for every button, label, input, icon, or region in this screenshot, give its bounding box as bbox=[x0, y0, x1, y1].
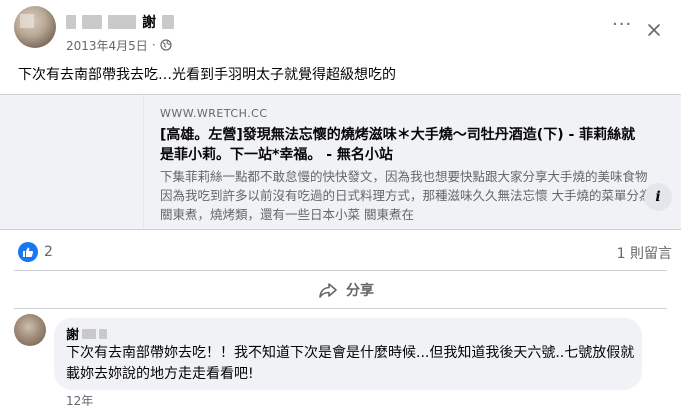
redacted-block bbox=[162, 15, 174, 29]
author-name[interactable]: 謝 bbox=[142, 12, 156, 32]
link-description: 下集菲莉絲一點都不敢怠慢的快快發文，因為我也想要快點跟大家分享大手燒的美味食物 … bbox=[160, 169, 652, 222]
redacted-block bbox=[82, 15, 102, 29]
meta-separator: · bbox=[151, 38, 156, 52]
share-button[interactable]: 分享 bbox=[308, 276, 384, 304]
author-name-row: 謝 bbox=[66, 12, 174, 32]
author-avatar[interactable] bbox=[14, 6, 56, 48]
redacted-block bbox=[99, 328, 108, 339]
comment-text: 下次有去南部帶妳去吃！！我不知道下次是會是什麼時候...但我知道我後天六號..七… bbox=[66, 345, 635, 382]
commenter-name-row: 謝 bbox=[66, 324, 108, 343]
comment-timestamp[interactable]: 12年 bbox=[66, 392, 93, 406]
post-header: 謝 2013年4月5日 · ··· bbox=[0, 0, 681, 58]
link-title[interactable]: [高雄。左營]發現無法忘懷的燒烤滋味＊大手燒～司牡丹酒造(下) - 菲莉絲就是菲… bbox=[160, 125, 640, 165]
info-button[interactable]: i bbox=[644, 183, 672, 211]
divider bbox=[14, 270, 667, 271]
post-meta: 2013年4月5日 · bbox=[66, 37, 172, 53]
like-icon bbox=[18, 242, 38, 262]
redacted-block bbox=[82, 328, 97, 339]
like-count: 2 bbox=[44, 244, 53, 260]
link-preview-card[interactable]: WWW.WRETCH.CC [高雄。左營]發現無法忘懷的燒烤滋味＊大手燒～司牡丹… bbox=[0, 94, 681, 230]
commenter-name[interactable]: 謝 bbox=[66, 324, 79, 343]
post-text: 下次有去南部帶我去吃…光看到手羽明太子就覺得超級想吃的 bbox=[18, 67, 396, 83]
post-date[interactable]: 2013年4月5日 bbox=[66, 37, 148, 54]
more-options-button[interactable]: ··· bbox=[612, 16, 632, 34]
reactions-summary[interactable]: 2 bbox=[18, 240, 53, 264]
share-label: 分享 bbox=[346, 283, 374, 299]
public-globe-icon bbox=[160, 39, 172, 51]
close-icon[interactable] bbox=[646, 22, 662, 38]
divider bbox=[14, 308, 667, 309]
link-domain: WWW.WRETCH.CC bbox=[160, 107, 268, 120]
redacted-block bbox=[108, 15, 136, 29]
link-thumbnail[interactable] bbox=[0, 95, 144, 229]
redacted-block bbox=[66, 15, 76, 29]
comment-count[interactable]: 1 則留言 bbox=[617, 243, 672, 263]
share-icon bbox=[319, 283, 337, 298]
commenter-avatar[interactable] bbox=[14, 314, 46, 346]
